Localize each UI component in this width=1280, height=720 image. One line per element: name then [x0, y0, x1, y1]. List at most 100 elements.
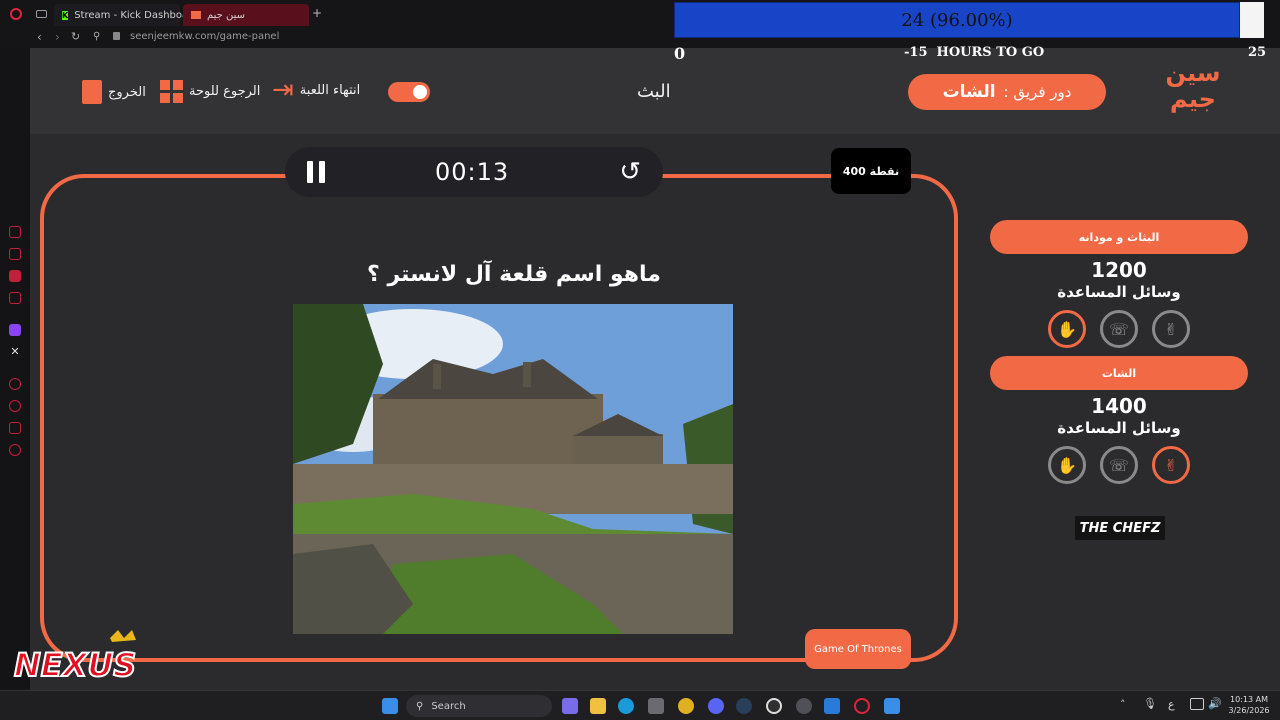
exit-icon [82, 80, 102, 104]
team-turn-badge: دور فريق : الشات [908, 74, 1106, 110]
copilot-icon[interactable] [562, 698, 578, 714]
exit-label: الخروج [108, 84, 146, 100]
forward-icon[interactable]: › [55, 30, 60, 44]
new-tab-button[interactable]: + [312, 6, 322, 20]
timer-display: 00:13 [435, 158, 510, 186]
points-badge: 400 نقطة [831, 148, 911, 194]
search-icon: ⚲ [416, 700, 424, 712]
chevron-up-icon[interactable]: ˄ [1120, 698, 1126, 711]
lock-icon [113, 32, 120, 40]
tab-switcher-icon[interactable] [36, 10, 47, 18]
search-label: Search [431, 700, 466, 712]
volume-icon[interactable]: 🔊 [1208, 697, 1222, 710]
steam-icon[interactable] [736, 698, 752, 714]
grid-icon [160, 80, 183, 103]
game-header: الخروج الرجوع للوحة ⇥ انتهاء اللعبة البث… [30, 48, 1280, 134]
network-icon[interactable] [1190, 698, 1204, 710]
language-indicator[interactable]: ع [1168, 698, 1175, 711]
goal-progress-bar: 24 (96.00%) [674, 2, 1240, 38]
arrow-right-icon: ⇥ [272, 75, 294, 105]
game-content: ماهو اسم قلعة آل لانستر ؟ 00:13 ↺ 400 نق… [30, 134, 1280, 690]
microphone-icon[interactable]: 🎙 [1143, 697, 1157, 710]
edge-icon[interactable] [618, 698, 634, 714]
opera-taskbar-icon[interactable] [854, 698, 870, 714]
castle-photo [293, 304, 733, 634]
history-icon[interactable] [9, 400, 21, 412]
gear-icon [413, 85, 427, 99]
castle-image [293, 304, 733, 634]
two-fingers-icon[interactable]: ✌ [1152, 446, 1190, 484]
phone-call-icon[interactable]: ☏ [1100, 310, 1138, 348]
tab-seen-jeem[interactable]: سين جيم [183, 4, 309, 26]
timer-bar: 00:13 ↺ [285, 147, 663, 197]
chrome-icon[interactable] [678, 698, 694, 714]
app-icon[interactable] [884, 698, 900, 714]
reload-icon[interactable]: ↻ [71, 30, 80, 43]
player-icon[interactable] [9, 378, 21, 390]
sidebar-app-icon[interactable] [9, 248, 21, 260]
browser-sidebar: ✕ [0, 48, 30, 690]
end-game-button[interactable]: ⇥ انتهاء اللعبة [272, 75, 361, 105]
sidebar-app-icon[interactable] [9, 292, 21, 304]
sponsor-logo: THE CHEFZ [1075, 516, 1165, 540]
aids-label: وسائل المساعدة [1057, 283, 1181, 301]
tab-kick-dashboard[interactable]: K Stream - Kick Dashboard [54, 4, 198, 26]
store-icon[interactable] [648, 698, 664, 714]
goal-progress-remaining [1240, 2, 1264, 38]
team-panel-streamer: البثاث و مودانه 1200 وسائل المساعدة ✋ ☏ … [990, 220, 1248, 348]
discord-icon[interactable] [708, 698, 724, 714]
stream-toggle[interactable] [388, 82, 430, 102]
question-frame: ماهو اسم قلعة آل لانستر ؟ [40, 174, 958, 662]
team-score: 1200 [1091, 258, 1147, 282]
clock-date: 3/26/2026 [1228, 706, 1270, 715]
phone-call-icon[interactable]: ☏ [1100, 446, 1138, 484]
hours-to-go: -15 HOURS TO GO [904, 45, 1045, 60]
goal-target-count: 25 [1248, 45, 1267, 60]
file-explorer-icon[interactable] [590, 698, 606, 714]
opera-icon[interactable] [10, 8, 22, 20]
question-text: ماهو اسم قلعة آل لانستر ؟ [367, 262, 661, 287]
nexus-watermark: NEXUS [10, 630, 160, 690]
sidebar-app-icon[interactable] [9, 226, 21, 238]
app-icon[interactable] [824, 698, 840, 714]
windows-taskbar: ⚲ Search ˄ 🎙 ع 🔊 10:13 AM 3/26/2026 [0, 690, 1280, 720]
app-icon[interactable] [796, 698, 812, 714]
stream-label: البث [637, 81, 671, 102]
reset-timer-icon[interactable]: ↺ [619, 159, 641, 185]
back-label: الرجوع للوحة [189, 84, 261, 99]
end-game-label: انتهاء اللعبة [299, 82, 361, 98]
hand-stop-icon[interactable]: ✋ [1048, 446, 1086, 484]
team-panel-chat: الشات 1400 وسائل المساعدة ✋ ☏ ✌ [990, 356, 1248, 484]
sidebar-app-icon[interactable] [9, 270, 21, 282]
extensions-icon[interactable] [9, 422, 21, 434]
seenjeem-logo: سين جيم [1165, 59, 1221, 113]
obs-icon[interactable] [766, 698, 782, 714]
back-icon[interactable]: ‹ [37, 30, 42, 44]
stream-goal-overlay: 24 (96.00%) 0 -15 HOURS TO GO 25 [672, 0, 1280, 63]
exit-button[interactable]: الخروج [82, 80, 146, 104]
team-name: البثاث و مودانه [990, 220, 1248, 254]
x-icon[interactable]: ✕ [9, 346, 21, 358]
svg-text:NEXUS: NEXUS [14, 646, 136, 684]
nexus-logo: NEXUS [13, 630, 137, 685]
settings-icon[interactable] [9, 444, 21, 456]
turn-prefix: دور فريق : [1003, 83, 1072, 101]
goal-start-count: 0 [674, 44, 686, 63]
two-fingers-icon[interactable]: ✌ [1152, 310, 1190, 348]
team-name: الشات [990, 356, 1248, 390]
tab-label: Stream - Kick Dashboard [74, 9, 199, 21]
tab-label: سين جيم [207, 9, 246, 21]
clock-time: 10:13 AM [1230, 695, 1268, 704]
site-settings-icon[interactable]: ⚲ [93, 31, 100, 42]
pause-icon[interactable] [307, 161, 325, 183]
seenjeem-favicon [191, 11, 201, 19]
back-to-board-button[interactable]: الرجوع للوحة [160, 80, 260, 103]
game-panel: الخروج الرجوع للوحة ⇥ انتهاء اللعبة البث… [30, 48, 1280, 690]
windows-start-icon[interactable] [382, 698, 398, 714]
taskbar-search[interactable]: ⚲ Search [406, 695, 552, 717]
hand-stop-icon[interactable]: ✋ [1048, 310, 1086, 348]
twitch-icon[interactable] [9, 324, 21, 336]
clock[interactable]: 10:13 AM 3/26/2026 [1224, 694, 1274, 716]
aids-label: وسائل المساعدة [1057, 419, 1181, 437]
url-field[interactable]: seenjeemkw.com/game-panel [130, 31, 279, 42]
